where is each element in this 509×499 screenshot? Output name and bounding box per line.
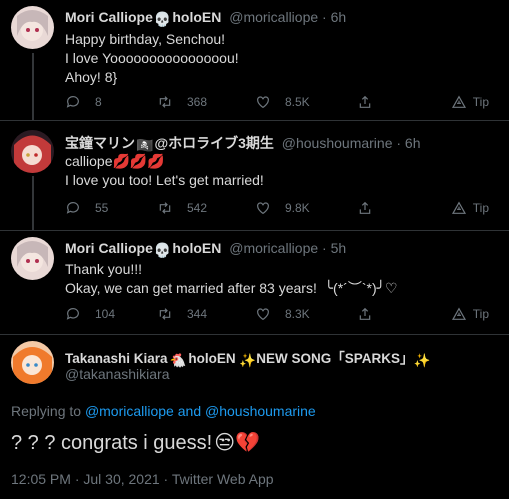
tweet-1[interactable]: Mori Calliope💀holoEN @moricalliope · 6h … xyxy=(0,0,509,120)
retweet-button[interactable]: 344 xyxy=(157,304,207,324)
tweet-line: I love you too! Let's get married! xyxy=(65,172,264,188)
replying-to: Replying to @moricalliope and @houshouma… xyxy=(11,403,316,419)
handle-and-time[interactable]: @houshoumarine · 6h xyxy=(282,135,421,151)
like-button[interactable]: 9.8K xyxy=(255,198,310,218)
reply-button[interactable]: 8 xyxy=(65,92,102,112)
kiss-lips-emoji-icon: 💋💋💋 xyxy=(112,153,165,169)
reply-icon xyxy=(66,202,79,214)
display-name[interactable]: Mori Calliope xyxy=(65,9,153,25)
retweet-button[interactable]: 542 xyxy=(157,198,207,218)
tweet-text: calliope💋💋💋 I love you too! Let's get mar… xyxy=(65,152,264,190)
chicken-emoji-icon: 🐔 xyxy=(169,353,187,368)
sparkles-emoji-icon: ✨ xyxy=(413,353,431,368)
avatar[interactable] xyxy=(11,6,54,49)
reply-icon xyxy=(66,96,79,108)
retweet-icon xyxy=(159,96,171,108)
tweet-line: Happy birthday, Senchou! xyxy=(65,31,226,47)
share-button[interactable] xyxy=(357,304,373,324)
broken-heart-emoji-icon: 💔 xyxy=(235,432,260,454)
tweet-line: Thank you!!! xyxy=(65,261,143,277)
main-tweet-text: ? ? ? congrats i guess! 😒💔 xyxy=(11,432,260,454)
display-name[interactable]: Mori Calliope xyxy=(65,240,153,256)
mention-link[interactable]: @houshoumarine xyxy=(205,403,316,419)
display-name-suffix[interactable]: holoEN xyxy=(172,9,221,25)
share-icon xyxy=(359,95,371,108)
reply-button[interactable]: 104 xyxy=(65,304,115,324)
reply-icon xyxy=(66,308,79,320)
display-name[interactable]: Takanashi Kiara xyxy=(65,351,168,366)
mention-link[interactable]: @moricalliope xyxy=(85,403,174,419)
tip-button[interactable]: Tip xyxy=(451,304,489,324)
tweet-actions: 8 368 8.5K Tip xyxy=(65,92,495,112)
display-name[interactable]: 宝鐘マリン xyxy=(65,135,135,151)
retweet-icon xyxy=(159,202,171,214)
handle-and-time[interactable]: @moricalliope · 5h xyxy=(229,240,346,256)
replying-and[interactable]: and xyxy=(174,403,205,419)
tip-button[interactable]: Tip xyxy=(451,198,489,218)
handle[interactable]: @takanashikiara xyxy=(65,366,170,382)
heart-icon xyxy=(257,96,269,109)
tweet-line: Ahoy! 8} xyxy=(65,69,118,85)
like-button[interactable]: 8.5K xyxy=(255,92,310,112)
unamused-face-emoji-icon: 😒 xyxy=(214,432,236,454)
avatar[interactable] xyxy=(11,237,54,280)
tweet-text: Happy birthday, Senchou! I love Yoooooooo… xyxy=(65,30,239,87)
replying-prefix: Replying to xyxy=(11,403,85,419)
avatar[interactable] xyxy=(11,341,54,384)
tweet-2[interactable]: 宝鐘マリン🏴‍☠️@ホロライブ3期生 @houshoumarine · 6h c… xyxy=(0,121,509,231)
heart-icon xyxy=(257,308,269,321)
tweet-text: Thank you!!! Okay, we can get married aft… xyxy=(65,260,398,298)
tweet-line: I love Yooooooooooooooou! xyxy=(65,50,239,66)
display-name-suffix[interactable]: @ホロライブ3期生 xyxy=(154,135,273,151)
handle-and-time[interactable]: @moricalliope · 6h xyxy=(229,9,346,25)
tweet-line: Okay, we can get married after 83 years!… xyxy=(65,280,398,296)
tip-icon xyxy=(451,95,466,108)
heart-icon xyxy=(257,202,269,215)
tweet-meta[interactable]: 12:05 PM · Jul 30, 2021 · Twitter Web Ap… xyxy=(11,471,274,487)
retweet-button[interactable]: 368 xyxy=(157,92,207,112)
avatar[interactable] xyxy=(11,130,54,173)
main-tweet: Takanashi Kiara 🐔 holoEN ✨NEW SONG「SPARKS」… xyxy=(0,335,509,499)
like-button[interactable]: 8.3K xyxy=(255,304,310,324)
display-name-suffix[interactable]: holoEN xyxy=(172,240,221,256)
skull-emoji-icon: 💀 xyxy=(153,11,172,27)
skull-emoji-icon: 💀 xyxy=(153,242,172,258)
tweet-line: calliope💋💋💋 xyxy=(65,153,165,169)
tip-icon xyxy=(451,201,466,214)
share-icon xyxy=(359,307,371,320)
display-name-suffix[interactable]: holoEN xyxy=(188,351,235,366)
share-button[interactable] xyxy=(357,198,373,218)
tweet-actions: 55 542 9.8K Tip xyxy=(65,198,495,218)
share-icon xyxy=(359,201,371,214)
tweet-actions: 104 344 8.3K Tip xyxy=(65,304,495,324)
retweet-icon xyxy=(159,308,171,320)
tip-button[interactable]: Tip xyxy=(451,92,489,112)
sparkles-emoji-icon: ✨ xyxy=(239,353,257,368)
tweet-3[interactable]: Mori Calliope💀holoEN @moricalliope · 5h … xyxy=(0,231,509,335)
reply-button[interactable]: 55 xyxy=(65,198,108,218)
tip-icon xyxy=(451,307,466,320)
display-name-extra[interactable]: NEW SONG「SPARKS」 xyxy=(256,351,413,366)
share-button[interactable] xyxy=(357,92,373,112)
